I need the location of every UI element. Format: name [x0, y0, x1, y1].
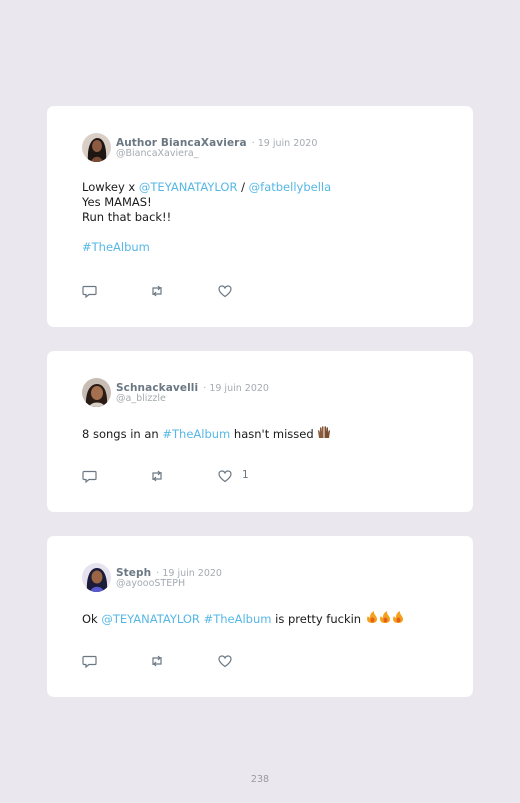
text-segment: hasn't missed — [230, 427, 318, 441]
avatar[interactable] — [82, 133, 111, 162]
tweet-date: · 19 juin 2020 — [203, 383, 269, 394]
hashtag-link[interactable]: #TheAlbum — [162, 427, 230, 441]
tweet-card: Author BiancaXaviera · 19 juin 2020 @Bia… — [47, 106, 473, 327]
avatar[interactable] — [82, 378, 111, 407]
tweet-text: Ok @TEYANATAYLOR #TheAlbum is pretty fuc… — [82, 610, 407, 628]
mention-link[interactable]: @fatbellybella — [249, 180, 332, 194]
hashtag-link[interactable]: #TheAlbum — [204, 612, 272, 626]
fire-emoji-icon — [365, 610, 407, 628]
text-segment: / — [237, 180, 249, 194]
text-segment: 8 songs in an — [82, 427, 163, 441]
author-handle[interactable]: @BiancaXaviera_ — [116, 148, 198, 160]
retweet-icon[interactable] — [149, 468, 165, 484]
text-segment: Ok — [82, 612, 102, 626]
raised-hands-emoji-icon — [317, 425, 331, 443]
like-icon[interactable] — [217, 283, 233, 299]
reply-icon[interactable] — [82, 653, 98, 669]
mention-link[interactable]: @TEYANATAYLOR — [101, 612, 200, 626]
like-icon[interactable] — [217, 468, 233, 484]
text-segment: is pretty fuckin — [271, 612, 365, 626]
reply-icon[interactable] — [82, 468, 98, 484]
mention-link[interactable]: @TEYANATAYLOR — [139, 180, 238, 194]
tweet-text: 8 songs in an #TheAlbum hasn't missed — [82, 425, 331, 443]
text-line: Run that back!! — [82, 210, 172, 224]
tweet-date: · 19 juin 2020 — [251, 138, 318, 149]
book-page: Author BiancaXaviera · 19 juin 2020 @Bia… — [0, 0, 520, 803]
tweet-card: Steph · 19 juin 2020 @ayoooSTEPH Ok @TEY… — [47, 536, 473, 697]
reply-icon[interactable] — [82, 283, 98, 299]
retweet-icon[interactable] — [149, 283, 165, 299]
tweet-card: Schnackavelli · 19 juin 2020 @a_blizzle … — [47, 351, 473, 512]
retweet-icon[interactable] — [149, 653, 165, 669]
page-number: 238 — [250, 774, 270, 785]
author-handle[interactable]: @a_blizzle — [116, 393, 166, 405]
tweet-text: Lowkey x @TEYANATAYLOR / @fatbellybella … — [82, 180, 331, 255]
text-line: Yes MAMAS! — [82, 195, 152, 209]
like-count: 1 — [242, 469, 249, 481]
avatar[interactable] — [82, 563, 111, 592]
like-icon[interactable] — [217, 653, 233, 669]
hashtag-link[interactable]: #TheAlbum — [82, 240, 331, 255]
author-handle[interactable]: @ayoooSTEPH — [116, 578, 185, 590]
text-segment: Lowkey x — [82, 180, 139, 194]
